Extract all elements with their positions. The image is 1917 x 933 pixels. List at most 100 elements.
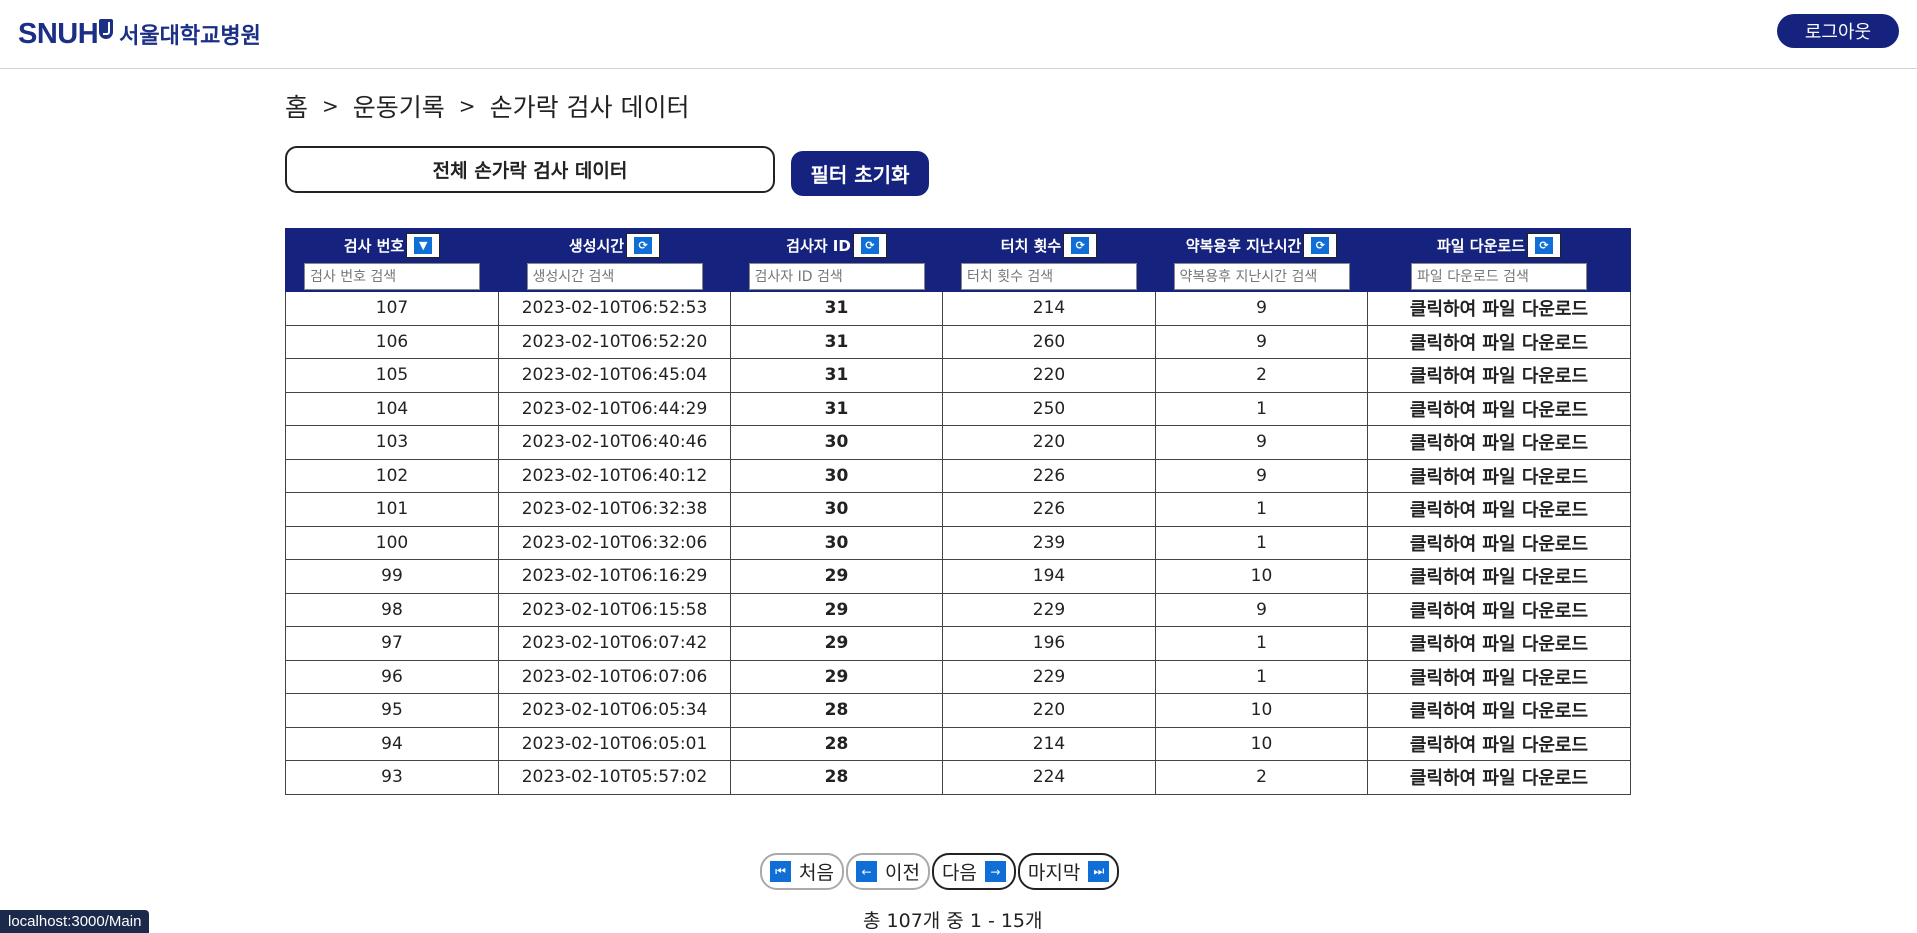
table-row: 107 2023-02-10T06:52:53 31 214 9 클릭하여 파일 다운로드 [285,291,1631,326]
snuh-logo[interactable]: SNUH 서울대학교병원 [18,16,261,52]
examiner-id-cell: 31 [730,391,943,426]
table-row: 95 2023-02-10T06:05:34 28 220 10 클릭하여 파일 다운로드 [285,693,1631,728]
time-after-medication-cell: 1 [1155,525,1368,560]
touch-count-cell: 220 [942,425,1156,460]
sort-button[interactable]: ⟳ [1527,233,1562,258]
breadcrumb-exercise-records[interactable]: 운동기록 [353,88,445,124]
column-header-file-download: 파일 다운로드 ⟳ [1367,228,1631,292]
column-label: 검사자 ID [786,237,851,255]
sort-button[interactable]: ⟳ [852,233,887,258]
time-after-medication-cell: 1 [1155,659,1368,694]
created-time-cell: 2023-02-10T06:45:04 [498,358,731,393]
file-download-link[interactable]: 클릭하여 파일 다운로드 [1367,525,1631,560]
examiner-id-cell: 30 [730,425,943,460]
examiner-id-filter-input[interactable] [748,263,925,290]
time-after-medication-cell: 9 [1155,324,1368,359]
file-download-link[interactable]: 클릭하여 파일 다운로드 [1367,391,1631,426]
test-number-cell: 99 [285,559,499,594]
test-number-cell: 104 [285,391,499,426]
touch-count-filter-input[interactable] [961,263,1137,290]
column-label: 검사 번호 [343,237,405,255]
column-label: 생성시간 [568,237,625,255]
file-download-link[interactable]: 클릭하여 파일 다운로드 [1367,458,1631,493]
table-header-row: 검사 번호 ▼ 생성시간 ⟳ 검사자 ID ⟳ [285,228,1631,292]
time-after-medication-cell: 1 [1155,391,1368,426]
time-after-medication-cell: 1 [1155,626,1368,661]
pagination: ⏮ 처음 ← 이전 다음 → 마지막 ⏭ [760,853,1120,890]
test-number-filter-input[interactable] [304,263,480,290]
touch-count-cell: 220 [942,358,1156,393]
time-after-medication-filter-input[interactable] [1173,263,1350,290]
refresh-icon: ⟳ [1071,237,1090,254]
time-after-medication-cell: 10 [1155,726,1368,761]
touch-count-cell: 214 [942,291,1156,326]
file-download-link[interactable]: 클릭하여 파일 다운로드 [1367,425,1631,460]
file-download-link[interactable]: 클릭하여 파일 다운로드 [1367,693,1631,728]
table-row: 100 2023-02-10T06:32:06 30 239 1 클릭하여 파일 다운로드 [285,525,1631,560]
file-download-link[interactable]: 클릭하여 파일 다운로드 [1367,726,1631,761]
examiner-id-cell: 29 [730,626,943,661]
last-page-button[interactable]: 마지막 ⏭ [1017,853,1120,890]
time-after-medication-cell: 9 [1155,458,1368,493]
arrow-left-icon: ← [855,861,877,882]
table-row: 105 2023-02-10T06:45:04 31 220 2 클릭하여 파일 다운로드 [285,358,1631,393]
file-download-link[interactable]: 클릭하여 파일 다운로드 [1367,659,1631,694]
status-bar-url: localhost:3000/Main [0,910,150,933]
file-download-link[interactable]: 클릭하여 파일 다운로드 [1367,358,1631,393]
first-page-button[interactable]: ⏮ 처음 [760,853,844,890]
test-number-cell: 96 [285,659,499,694]
file-download-link[interactable]: 클릭하여 파일 다운로드 [1367,626,1631,661]
file-download-link[interactable]: 클릭하여 파일 다운로드 [1367,291,1631,326]
breadcrumb-home[interactable]: 홈 [285,88,308,124]
time-after-medication-cell: 2 [1155,358,1368,393]
table-row: 103 2023-02-10T06:40:46 30 220 9 클릭하여 파일 다운로드 [285,425,1631,460]
file-download-link[interactable]: 클릭하여 파일 다운로드 [1367,592,1631,627]
file-download-link[interactable]: 클릭하여 파일 다운로드 [1367,492,1631,527]
file-download-link[interactable]: 클릭하여 파일 다운로드 [1367,559,1631,594]
created-time-cell: 2023-02-10T06:52:20 [498,324,731,359]
touch-count-cell: 229 [942,592,1156,627]
table-row: 97 2023-02-10T06:07:42 29 196 1 클릭하여 파일 다운로드 [285,626,1631,661]
touch-count-cell: 250 [942,391,1156,426]
created-time-cell: 2023-02-10T06:16:29 [498,559,731,594]
test-number-cell: 103 [285,425,499,460]
logout-button[interactable]: 로그아웃 [1777,14,1899,48]
page-title: 전체 손가락 검사 데이터 [285,146,775,193]
next-page-button[interactable]: 다음 → [931,853,1016,890]
file-download-link[interactable]: 클릭하여 파일 다운로드 [1367,760,1631,795]
arrow-right-icon: → [984,861,1006,882]
reset-filter-button[interactable]: 필터 초기화 [791,151,929,196]
created-time-filter-input[interactable] [526,263,703,290]
test-number-cell: 98 [285,592,499,627]
column-header-test-number: 검사 번호 ▼ [285,228,499,292]
table-row: 101 2023-02-10T06:32:38 30 226 1 클릭하여 파일 다운로드 [285,492,1631,527]
column-header-created-time: 생성시간 ⟳ [498,228,731,292]
sort-button[interactable]: ▼ [406,233,441,258]
sort-button[interactable]: ⟳ [626,233,661,258]
column-header-touch-count: 터치 횟수 ⟳ [942,228,1156,292]
sort-button[interactable]: ⟳ [1063,233,1098,258]
column-header-examiner-id: 검사자 ID ⟳ [730,228,943,292]
touch-count-cell: 214 [942,726,1156,761]
table-row: 98 2023-02-10T06:15:58 29 229 9 클릭하여 파일 다운로드 [285,592,1631,627]
touch-count-cell: 196 [942,626,1156,661]
time-after-medication-cell: 10 [1155,693,1368,728]
table-row: 104 2023-02-10T06:44:29 31 250 1 클릭하여 파일 다운로드 [285,391,1631,426]
file-download-filter-input[interactable] [1411,263,1587,290]
test-number-cell: 107 [285,291,499,326]
refresh-icon: ⟳ [1311,237,1330,254]
breadcrumb-current: 손가락 검사 데이터 [489,93,690,122]
time-after-medication-cell: 9 [1155,425,1368,460]
examiner-id-cell: 29 [730,592,943,627]
touch-count-cell: 194 [942,559,1156,594]
examiner-id-cell: 29 [730,559,943,594]
time-after-medication-cell: 9 [1155,291,1368,326]
created-time-cell: 2023-02-10T06:07:42 [498,626,731,661]
column-header-time-after-medication: 약복용후 지난시간 ⟳ [1155,228,1368,292]
file-download-link[interactable]: 클릭하여 파일 다운로드 [1367,324,1631,359]
previous-page-button[interactable]: ← 이전 [845,853,930,890]
refresh-icon: ⟳ [1535,237,1554,254]
first-page-label: 처음 [799,862,834,884]
created-time-cell: 2023-02-10T06:15:58 [498,592,731,627]
sort-button[interactable]: ⟳ [1303,233,1338,258]
